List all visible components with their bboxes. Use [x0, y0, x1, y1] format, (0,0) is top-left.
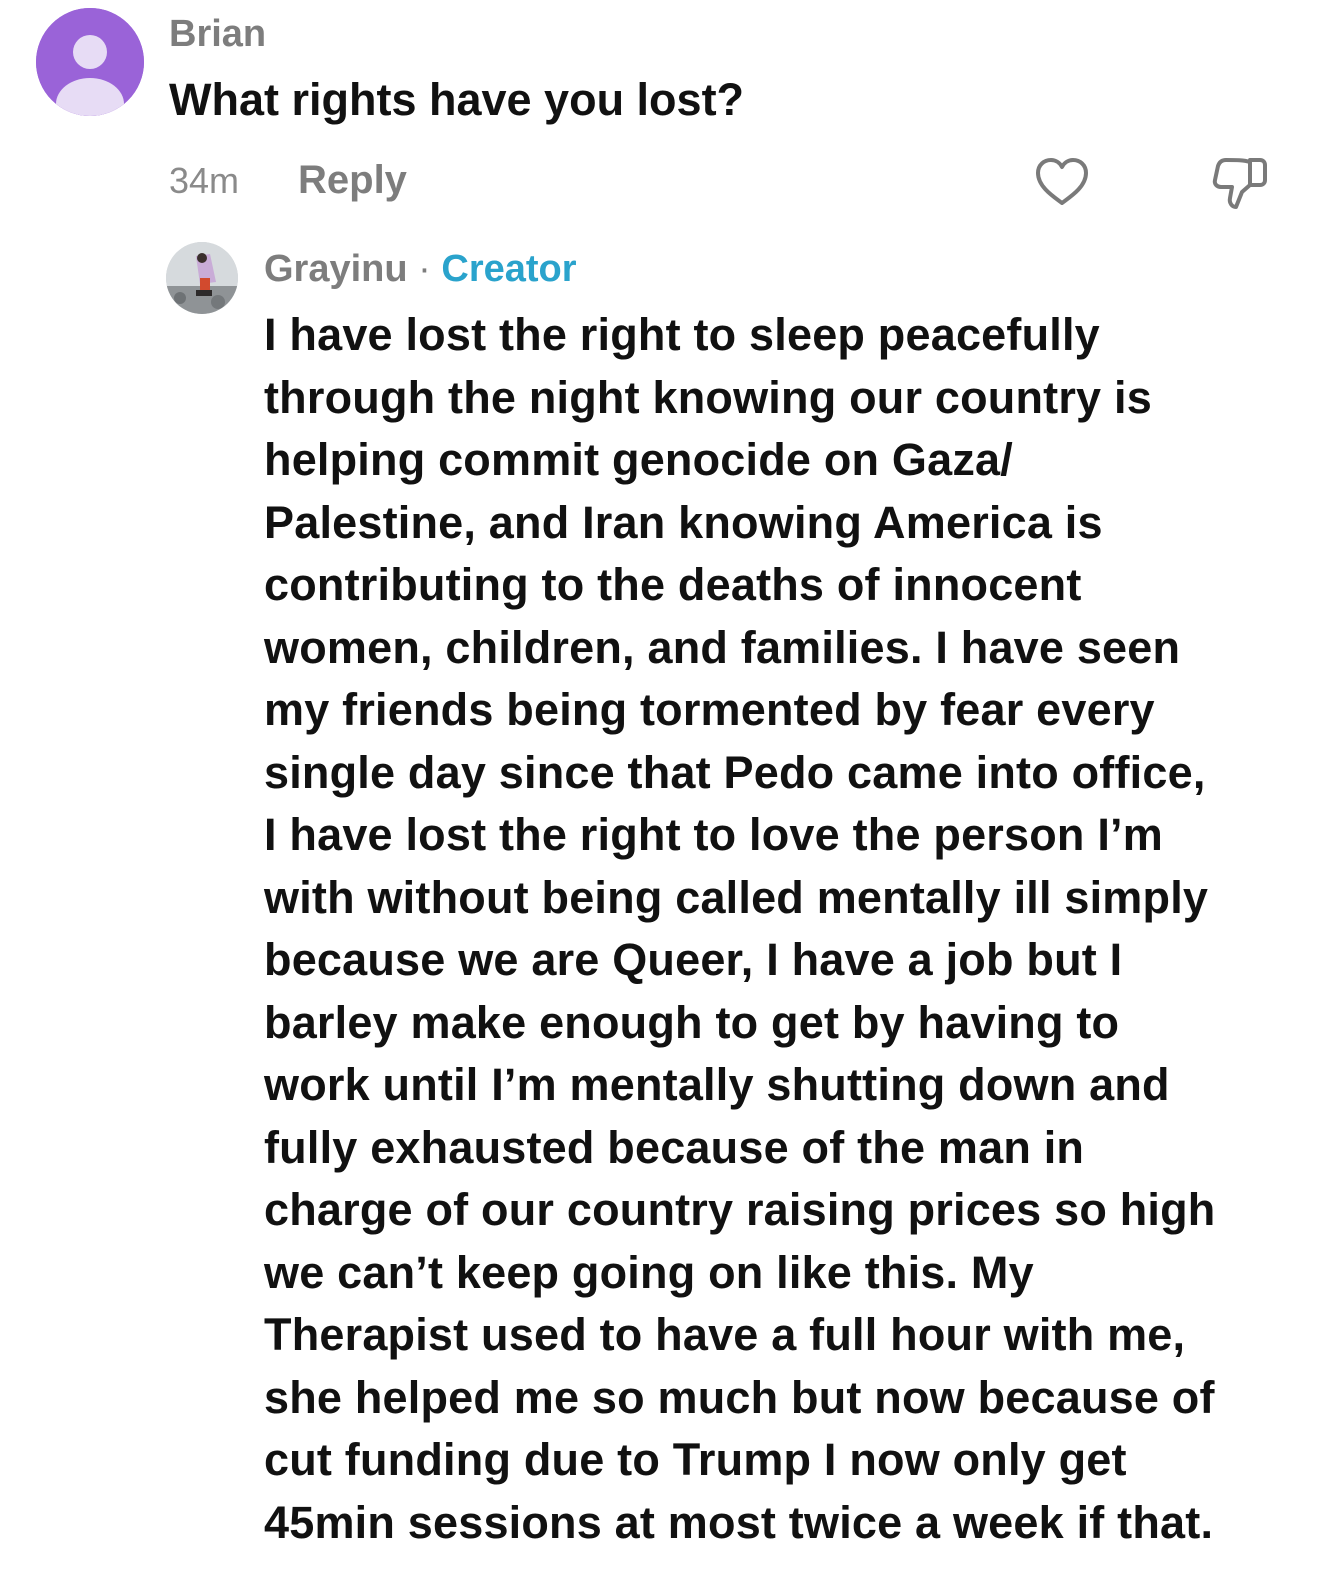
- reply-text-line: barley make enough to get by having to: [264, 996, 1120, 1048]
- reply-text-line: with without being called mentally ill s…: [264, 871, 1209, 923]
- like-button[interactable]: [1034, 156, 1090, 208]
- reply-text-line: women, children, and families. I have se…: [264, 621, 1181, 673]
- reply-text-line: 45min sessions at most twice a week if t…: [264, 1496, 1214, 1548]
- dislike-button[interactable]: [1210, 154, 1268, 212]
- creator-badge: Creator: [441, 248, 577, 290]
- reply-header: Grayinu · Creator: [264, 247, 577, 291]
- reply-text-line: we can’t keep going on like this. My: [264, 1246, 1034, 1298]
- avatar[interactable]: [36, 8, 144, 116]
- profile-photo-icon: [166, 242, 238, 314]
- person-silhouette-icon: [36, 8, 144, 116]
- reply-button[interactable]: Reply: [298, 158, 407, 202]
- reply-text-line: Palestine, and Iran knowing America is: [264, 496, 1103, 548]
- comment-username[interactable]: Brian: [169, 12, 266, 56]
- thumbs-down-outline-icon: [1212, 158, 1267, 209]
- reply-text-line: single day since that Pedo came into off…: [264, 746, 1206, 798]
- reply-text-line: because we are Queer, I have a job but I: [264, 934, 1123, 985]
- comment-timestamp: 34m: [169, 160, 240, 201]
- reply-text-line: fully exhausted because of the man in: [264, 1121, 1085, 1173]
- heart-outline-icon: [1036, 158, 1088, 205]
- reply-avatar[interactable]: [166, 242, 238, 314]
- reply-text-line: she helped me so much but now because of: [264, 1371, 1215, 1423]
- comment-text: What rights have you lost?: [169, 74, 745, 125]
- reply-text-line: through the night knowing our country is: [264, 371, 1152, 423]
- reply-text-line: contributing to the deaths of innocent: [264, 559, 1082, 610]
- reply-username[interactable]: Grayinu: [264, 248, 408, 290]
- reply-text-line: work until I’m mentally shutting down an…: [264, 1059, 1170, 1110]
- reply-text-line: my friends being tormented by fear every: [264, 684, 1155, 735]
- separator-dot: ·: [418, 248, 431, 290]
- reply-text-line: charge of our country raising prices so …: [264, 1184, 1216, 1235]
- reply-text-line: I have lost the right to love the person…: [264, 809, 1163, 860]
- reply-text: I have lost the right to sleep peacefull…: [264, 304, 1314, 1554]
- reply-text-line: Therapist used to have a full hour with …: [264, 1309, 1186, 1360]
- reply-text-line: cut funding due to Trump I now only get: [264, 1434, 1127, 1485]
- reply-text-line: I have lost the right to sleep peacefull…: [264, 309, 1100, 360]
- reply-text-line: helping commit genocide on Gaza/: [264, 434, 1013, 485]
